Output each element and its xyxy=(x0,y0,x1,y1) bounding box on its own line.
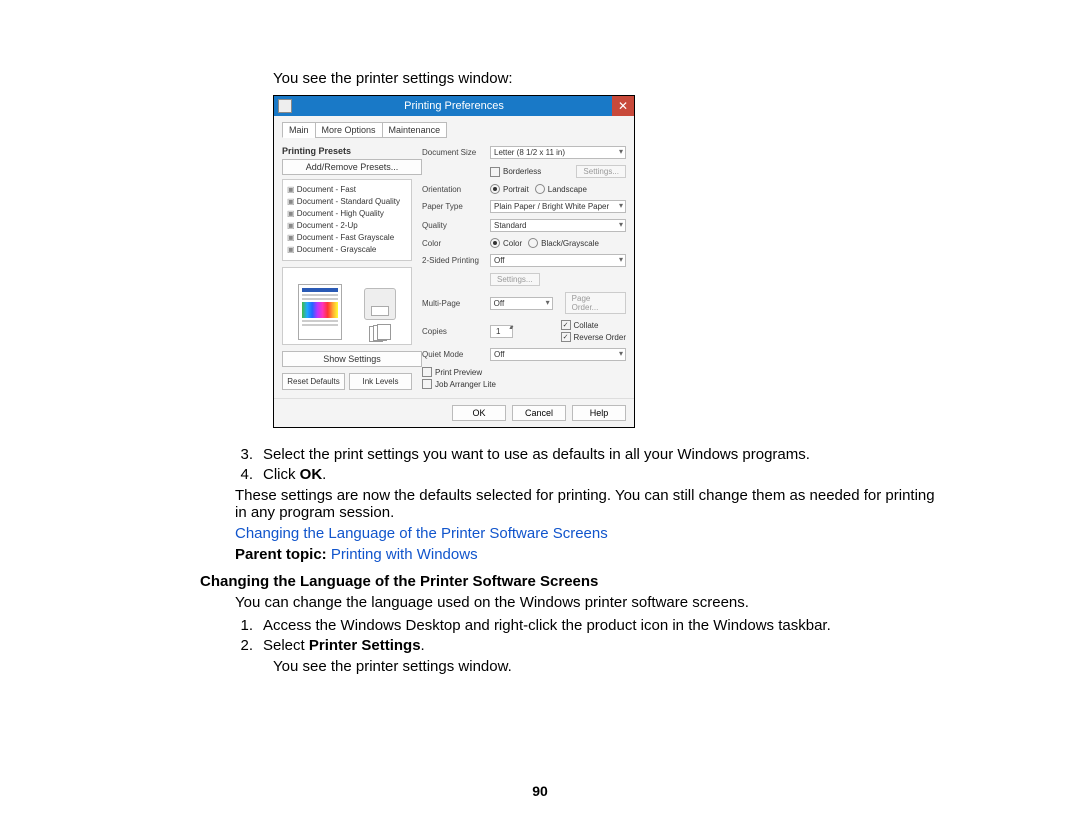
landscape-radio[interactable]: Landscape xyxy=(535,184,587,194)
link-changing-language[interactable]: Changing the Language of the Printer Sof… xyxy=(235,525,935,542)
borderless-checkbox[interactable]: Borderless xyxy=(490,167,541,177)
step-text: Access the Windows Desktop and right-cli… xyxy=(263,617,935,634)
dialog-title: Printing Preferences xyxy=(404,100,504,112)
print-preview-checkbox[interactable]: Print Preview xyxy=(422,367,482,377)
step-number: 3. xyxy=(235,446,253,463)
step-text: Click OK. xyxy=(263,466,935,483)
step-number: 2. xyxy=(235,637,253,654)
ok-button[interactable]: OK xyxy=(452,405,506,421)
page-thumbnail-icon xyxy=(298,284,342,340)
cancel-button[interactable]: Cancel xyxy=(512,405,566,421)
list-item[interactable]: Document - High Quality xyxy=(287,208,407,220)
paper-type-select[interactable]: Plain Paper / Bright White Paper xyxy=(490,200,626,213)
portrait-radio[interactable]: Portrait xyxy=(490,184,529,194)
list-item[interactable]: Document - Fast xyxy=(287,184,407,196)
label-quiet-mode: Quiet Mode xyxy=(422,350,484,359)
add-remove-presets-button[interactable]: Add/Remove Presets... xyxy=(282,159,422,175)
ink-levels-button[interactable]: Ink Levels xyxy=(349,373,412,390)
page-number: 90 xyxy=(0,783,1080,799)
help-button[interactable]: Help xyxy=(572,405,626,421)
label-multi-page: Multi-Page xyxy=(422,299,484,308)
body-text: You can change the language used on the … xyxy=(235,594,935,611)
presets-heading: Printing Presets xyxy=(282,146,412,156)
label-quality: Quality xyxy=(422,221,484,230)
step-number: 1. xyxy=(235,617,253,634)
paper-stack-icon xyxy=(369,324,391,340)
job-arranger-checkbox[interactable]: Job Arranger Lite xyxy=(422,379,496,389)
tab-maintenance[interactable]: Maintenance xyxy=(382,122,448,138)
label-paper-type: Paper Type xyxy=(422,202,484,211)
app-icon xyxy=(278,99,292,113)
collate-checkbox[interactable]: Collate xyxy=(561,320,626,330)
dialog-footer: OK Cancel Help xyxy=(274,398,634,427)
list-item[interactable]: Document - Standard Quality xyxy=(287,196,407,208)
parent-topic-label: Parent topic: xyxy=(235,546,331,563)
note-text: These settings are now the defaults sele… xyxy=(235,487,935,521)
list-item[interactable]: Document - Grayscale xyxy=(287,244,407,256)
label-two-sided: 2-Sided Printing xyxy=(422,256,484,265)
dialog-titlebar: Printing Preferences ✕ xyxy=(274,96,634,116)
show-settings-button[interactable]: Show Settings xyxy=(282,351,422,367)
close-icon[interactable]: ✕ xyxy=(612,96,634,116)
two-sided-settings-button: Settings... xyxy=(490,273,540,286)
page-order-button: Page Order... xyxy=(565,292,626,314)
tab-more-options[interactable]: More Options xyxy=(315,122,383,138)
intro-text: You see the printer settings window: xyxy=(273,70,935,87)
step-text: Select Printer Settings. xyxy=(263,637,935,654)
reverse-order-checkbox[interactable]: Reverse Order xyxy=(561,332,626,342)
list-item[interactable]: Document - Fast Grayscale xyxy=(287,232,407,244)
parent-topic-link[interactable]: Printing with Windows xyxy=(331,546,478,563)
step-number: 4. xyxy=(235,466,253,483)
section-heading: Changing the Language of the Printer Sof… xyxy=(200,573,935,590)
reset-defaults-button[interactable]: Reset Defaults xyxy=(282,373,345,390)
grayscale-radio[interactable]: Black/Grayscale xyxy=(528,238,599,248)
document-size-select[interactable]: Letter (8 1/2 x 11 in) xyxy=(490,146,626,159)
quiet-mode-select[interactable]: Off xyxy=(490,348,626,361)
printing-preferences-screenshot: Printing Preferences ✕ Main More Options… xyxy=(273,95,635,428)
preview-panel xyxy=(282,267,412,345)
borderless-settings-button: Settings... xyxy=(576,165,626,178)
label-color: Color xyxy=(422,239,484,248)
multi-page-select[interactable]: Off xyxy=(490,297,553,310)
two-sided-select[interactable]: Off xyxy=(490,254,626,267)
tab-main[interactable]: Main xyxy=(282,122,316,138)
color-radio[interactable]: Color xyxy=(490,238,522,248)
copies-spinner[interactable]: 1 xyxy=(490,325,513,338)
step-text: Select the print settings you want to us… xyxy=(263,446,935,463)
label-document-size: Document Size xyxy=(422,148,484,157)
label-copies: Copies xyxy=(422,327,484,336)
printer-icon xyxy=(364,288,396,320)
preset-list[interactable]: Document - Fast Document - Standard Qual… xyxy=(282,179,412,261)
body-text: You see the printer settings window. xyxy=(273,658,935,675)
label-orientation: Orientation xyxy=(422,185,484,194)
dialog-body: Main More Options Maintenance Printing P… xyxy=(274,116,634,398)
quality-select[interactable]: Standard xyxy=(490,219,626,232)
list-item[interactable]: Document - 2-Up xyxy=(287,220,407,232)
